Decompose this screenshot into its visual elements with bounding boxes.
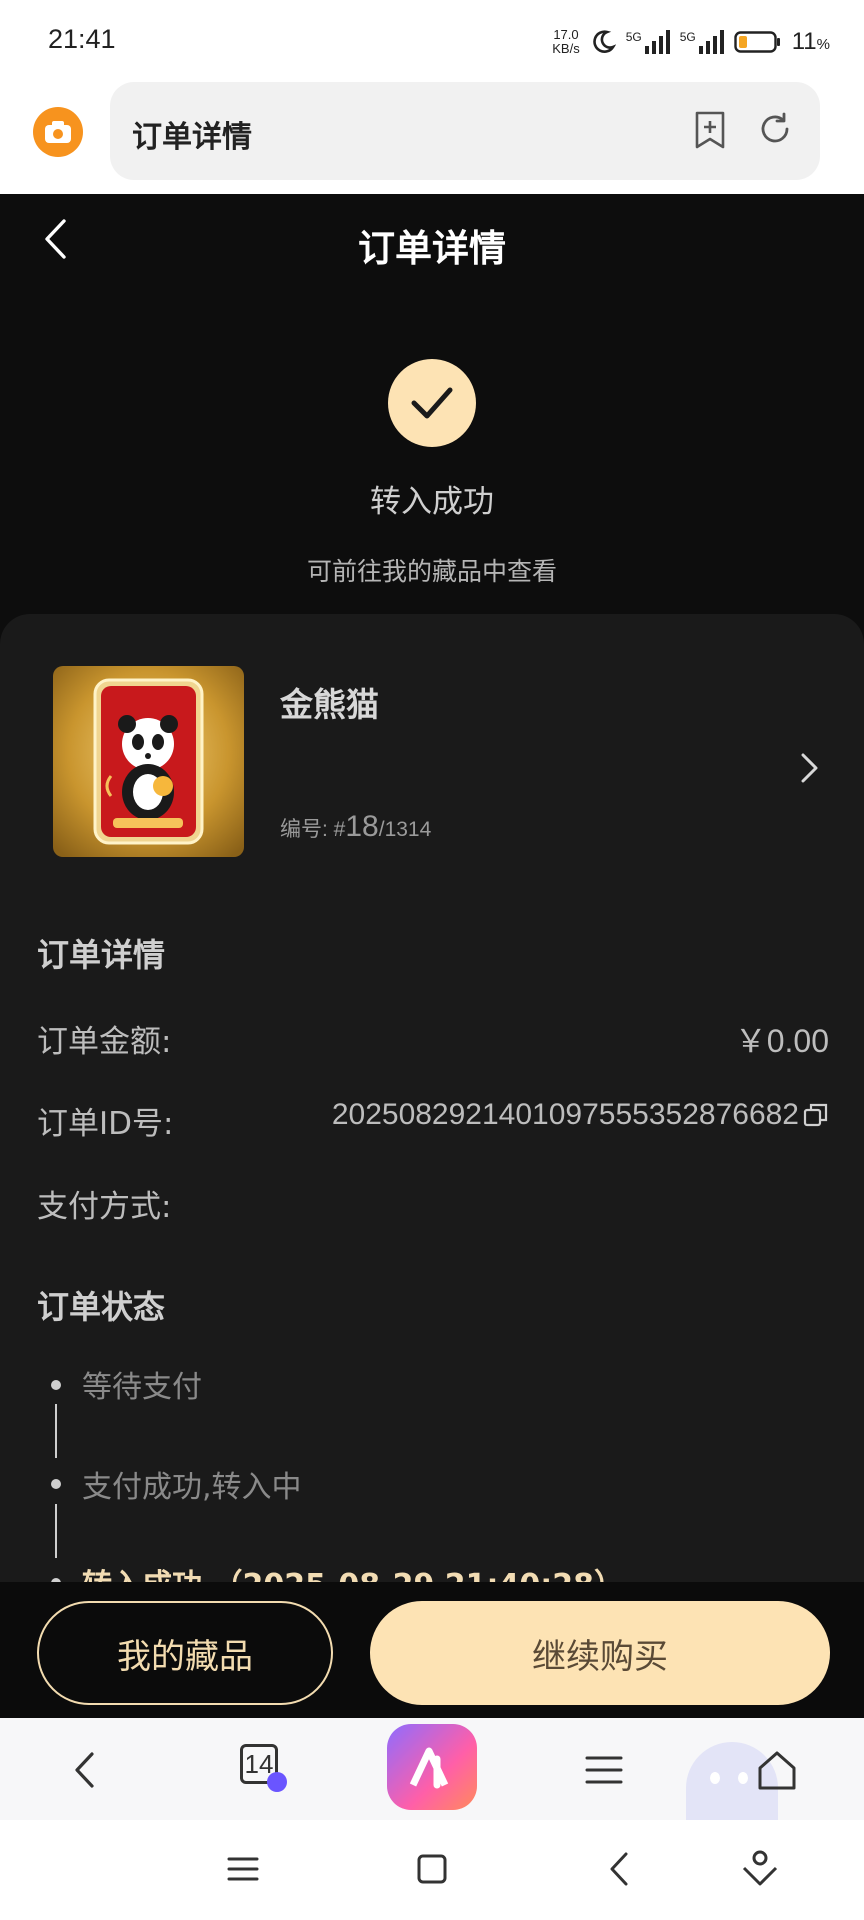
sys-home-icon[interactable]	[415, 1852, 449, 1886]
url-field[interactable]: 订单详情	[110, 82, 820, 180]
timeline-dot	[51, 1479, 61, 1489]
timeline-line	[55, 1504, 57, 1558]
amount-value: ￥0.00	[734, 1023, 829, 1059]
incognito-badge-icon	[267, 1772, 287, 1792]
sys-back-icon[interactable]	[604, 1850, 634, 1888]
net-speed: 17.0 KB/s	[552, 27, 580, 56]
copy-icon[interactable]	[803, 1102, 829, 1128]
product-name: 金熊猫	[280, 685, 379, 724]
order-card: 金熊猫 编号: #18/1314 订单详情 订单金额: ￥0.00 订单ID号:…	[0, 614, 864, 1718]
timeline-dot	[51, 1380, 61, 1390]
order-status-title: 订单状态	[37, 1288, 166, 1326]
moon-icon	[592, 30, 616, 53]
success-badge	[388, 359, 476, 447]
order-id-value: 2025082921401097555352876682	[332, 1098, 829, 1132]
checkmark-icon	[411, 387, 453, 419]
system-navigation-bar	[0, 1820, 864, 1920]
sys-assistant-icon[interactable]	[740, 1848, 780, 1890]
camera-icon[interactable]	[33, 107, 83, 157]
chevron-right-icon[interactable]	[798, 750, 822, 786]
status-icons: 17.0 KB/s 5G 5G 11%	[552, 22, 830, 62]
timeline-step-2: 支付成功,转入中	[82, 1470, 302, 1505]
refresh-icon[interactable]	[756, 110, 794, 148]
continue-buy-button[interactable]: 继续购买	[370, 1601, 830, 1705]
ai-assistant-icon[interactable]	[387, 1724, 477, 1810]
order-details-title: 订单详情	[37, 936, 166, 974]
payment-label: 支付方式:	[37, 1189, 172, 1225]
my-collection-button[interactable]: 我的藏品	[37, 1601, 333, 1705]
url-actions	[692, 110, 794, 150]
url-title: 订单详情	[132, 120, 252, 155]
home-icon[interactable]	[756, 1744, 798, 1796]
order-detail-page: 订单详情 转入成功 可前往我的藏品中查看 金熊猫 编号: #18/1314 订单…	[0, 194, 864, 1718]
success-text: 转入成功	[370, 484, 494, 520]
timeline-line	[55, 1404, 57, 1458]
signal-5g-icon: 5G	[626, 30, 670, 54]
browser-toolbar: 14	[0, 1718, 864, 1820]
status-time: 21:41	[48, 24, 116, 54]
product-serial: 编号: #18/1314	[280, 810, 432, 843]
signal-5g-icon-2: 5G	[680, 30, 724, 54]
timeline-step-1: 等待支付	[82, 1370, 202, 1405]
battery-percent: 11%	[791, 28, 830, 55]
menu-icon[interactable]	[584, 1744, 624, 1796]
browser-address-bar: 订单详情	[0, 80, 864, 194]
success-hint: 可前往我的藏品中查看	[306, 557, 557, 586]
battery-icon	[734, 31, 780, 53]
product-image[interactable]	[53, 666, 244, 857]
bottom-action-bar: 我的藏品 继续购买	[0, 1582, 864, 1718]
bookmark-add-icon[interactable]	[692, 110, 728, 150]
order-id-label: 订单ID号:	[37, 1106, 174, 1142]
page-title: 订单详情	[358, 227, 506, 270]
browser-back-icon[interactable]	[70, 1744, 100, 1796]
status-bar: 21:41 17.0 KB/s 5G 5G 11%	[0, 0, 864, 80]
sys-menu-icon[interactable]	[226, 1852, 260, 1886]
amount-label: 订单金额:	[37, 1024, 172, 1060]
